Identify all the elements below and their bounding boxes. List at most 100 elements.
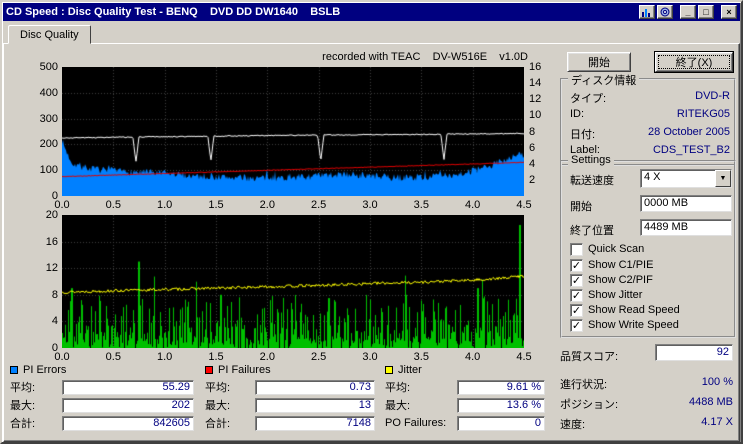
info-value: DVD-R [695,90,730,102]
settings-title: Settings [568,154,614,166]
start-button[interactable]: 開始 [567,52,631,72]
disc-info-row: タイプ: DVD-R [570,90,730,106]
stat-value: 7148 [255,415,375,431]
status-value: 4.17 X [701,416,733,428]
jitter-swatch [385,366,393,374]
disc-info-title: ディスク情報 [568,72,640,88]
start-position-field[interactable]: 0000 MB [640,195,732,212]
pi-failures-chart [62,215,524,348]
checkbox-icon[interactable]: ✓ [570,258,583,272]
disc-info-row: ID: RITEKG05 [570,108,730,120]
pi-failures-swatch [205,366,213,374]
pi-failures-stats: PI Failures 平均: 0.73 最大: 13 合計: 7148 [205,362,375,432]
disc-icon [660,7,670,17]
window-title: CD Speed : Disc Quality Test - BENQ DVD … [6,6,341,18]
stat-row: 平均: 9.61 % [385,378,545,396]
speed-select[interactable]: 4 X ▼ [640,169,732,188]
stat-title: PI Failures [218,364,271,376]
settings-group: Settings 転送速度 4 X ▼ 開始 0000 MB 終了位置 4489… [560,154,736,338]
disc-info-group: ディスク情報 タイプ: DVD-R ID: RITEKG05 日付: 28 Octob… [560,72,736,166]
speed-row: 速度: 4.17 X [560,416,733,432]
stat-row: 最大: 202 [10,396,194,414]
checkbox-icon[interactable]: ✓ [570,288,583,302]
bar-chart-icon [642,8,650,17]
titlebar[interactable]: CD Speed : Disc Quality Test - BENQ DVD … [3,3,740,21]
status-label: ポジション: [560,399,619,411]
stat-title: Jitter [398,364,422,376]
status-value: 100 % [701,376,733,388]
status-label: 速度: [560,419,586,431]
checkbox-label: Quick Scan [588,243,645,255]
stat-value: 842605 [62,415,194,431]
stat-row: 合計: 842605 [10,414,194,432]
disc-view-button[interactable] [657,5,673,19]
jitter-stats: Jitter 平均: 9.61 % 最大: 13.6 % PO Failures: 0 [385,362,545,432]
stat-label: 平均: [385,382,411,394]
stat-value: 0 [457,415,545,431]
checkbox-icon[interactable]: ✓ [570,273,583,287]
info-label: ID: [570,108,585,120]
checkbox-show-write-speed[interactable]: ✓ Show Write Speed [570,318,679,332]
end-position-field[interactable]: 4489 MB [640,219,732,236]
stat-label: 最大: [385,400,411,412]
progress-row: 進行状況: 100 % [560,376,733,392]
quality-score-label: 品質スコア: [560,351,619,363]
stat-value: 55.29 [62,379,194,395]
chevron-down-icon[interactable]: ▼ [715,170,731,187]
pi-errors-stats: PI Errors 平均: 55.29 最大: 202 合計: 842605 [10,362,194,432]
minimize-button[interactable]: _ [680,5,696,19]
stat-value: 202 [62,397,194,413]
checkbox-label: Show Write Speed [588,319,679,331]
stat-row: 最大: 13.6 % [385,396,545,414]
checkbox-label: Show Read Speed [588,304,680,316]
checkbox-show-c1-pie[interactable]: ✓ Show C1/PIE [570,258,653,272]
close-button[interactable]: × [721,5,737,19]
stat-value: 13 [255,397,375,413]
checkbox-quick-scan[interactable]: Quick Scan [570,242,644,256]
info-value: RITEKG05 [676,108,730,120]
stat-label: 最大: [205,400,231,412]
checkbox-icon[interactable]: ✓ [570,318,583,332]
tab-disc-quality[interactable]: Disc Quality [8,25,91,44]
stat-row: 平均: 0.73 [205,378,375,396]
stat-label: 合計: [10,418,36,430]
position-row: ポジション: 4488 MB [560,396,733,412]
quality-score-value: 92 [655,344,733,361]
stat-label: 最大: [10,400,36,412]
stat-row: 合計: 7148 [205,414,375,432]
pi-errors-chart [62,67,524,196]
info-value: CDS_TEST_B2 [652,144,730,156]
stat-title: PI Errors [23,364,67,376]
info-label: 日付: [570,129,596,141]
stat-row: 最大: 13 [205,396,375,414]
recorded-with-label: recorded with TEAC DV-W516E v1.0D [322,51,528,63]
checkbox-icon[interactable] [570,242,583,256]
stat-label: 合計: [205,418,231,430]
checkbox-icon[interactable]: ✓ [570,303,583,317]
checkbox-label: Show Jitter [588,289,643,301]
checkbox-show-c2-pif[interactable]: ✓ Show C2/PIF [570,273,653,287]
exit-button[interactable]: 終了(X) [655,52,733,72]
graph-view-button[interactable] [639,5,655,19]
disc-info-row: 日付: 28 October 2005 [570,126,730,142]
speed-value: 4 X [644,171,661,183]
pi-errors-swatch [10,366,18,374]
stat-value: 13.6 % [457,397,545,413]
status-label: 進行状況: [560,379,608,391]
maximize-button[interactable]: □ [698,5,714,19]
checkbox-label: Show C2/PIF [588,274,653,286]
status-value: 4488 MB [688,396,733,408]
start-position-label: 開始 [570,201,592,213]
stat-value: 0.73 [255,379,375,395]
end-position-label: 終了位置 [570,225,614,237]
checkbox-show-read-speed[interactable]: ✓ Show Read Speed [570,303,680,317]
checkbox-label: Show C1/PIE [588,259,654,271]
info-value: 28 October 2005 [648,126,730,138]
stat-label: PO Failures: [385,417,447,429]
speed-label: 転送速度 [570,175,614,187]
checkbox-show-jitter[interactable]: ✓ Show Jitter [570,288,642,302]
stat-row: PO Failures: 0 [385,414,545,432]
info-label: タイプ: [570,93,607,105]
app-window: CD Speed : Disc Quality Test - BENQ DVD … [0,0,743,444]
stat-label: 平均: [10,382,36,394]
